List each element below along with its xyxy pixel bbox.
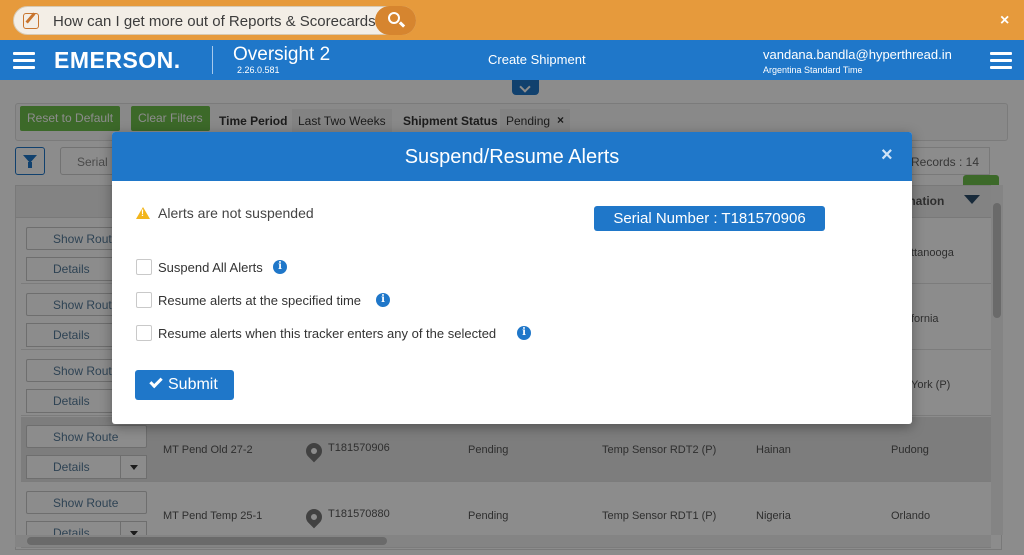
info-icon[interactable]: i bbox=[517, 326, 531, 340]
resume-on-enter-label[interactable]: Resume alerts when this tracker enters a… bbox=[158, 326, 496, 341]
resume-on-enter-checkbox[interactable] bbox=[136, 325, 152, 341]
menu-icon[interactable] bbox=[13, 52, 35, 70]
submit-button[interactable]: Submit bbox=[135, 370, 234, 400]
user-timezone: Argentina Standard Time bbox=[763, 65, 863, 75]
dialog-header: Suspend/Resume Alerts × bbox=[112, 132, 912, 181]
edit-icon bbox=[23, 13, 39, 29]
user-email[interactable]: vandana.bandla@hyperthread.in bbox=[763, 47, 952, 62]
resume-at-time-label[interactable]: Resume alerts at the specified time bbox=[158, 293, 361, 308]
create-shipment-link[interactable]: Create Shipment bbox=[488, 52, 586, 67]
help-bar: How can I get more out of Reports & Scor… bbox=[0, 0, 1024, 40]
submit-label: Submit bbox=[168, 376, 218, 393]
search-icon bbox=[388, 12, 400, 24]
serial-number-badge: Serial Number : T181570906 bbox=[594, 206, 825, 231]
help-bar-close-icon[interactable]: × bbox=[1000, 12, 1009, 30]
alert-status-text: Alerts are not suspended bbox=[158, 205, 314, 221]
help-search-button[interactable] bbox=[375, 6, 416, 35]
info-icon[interactable]: i bbox=[273, 260, 287, 274]
close-icon[interactable]: × bbox=[881, 144, 893, 167]
emerson-logo: EMERSON. bbox=[54, 47, 181, 73]
warning-icon bbox=[136, 207, 150, 219]
suspend-all-alerts-checkbox[interactable] bbox=[136, 259, 152, 275]
app-name: Oversight 2 bbox=[233, 44, 331, 65]
info-icon[interactable]: i bbox=[376, 293, 390, 307]
user-menu-icon[interactable] bbox=[990, 52, 1012, 70]
help-search-box[interactable]: How can I get more out of Reports & Scor… bbox=[13, 6, 416, 35]
suspend-resume-alerts-dialog: Suspend/Resume Alerts × Alerts are not s… bbox=[112, 132, 912, 424]
app-header: EMERSON. Oversight 2 2.26.0.581 Create S… bbox=[0, 40, 1024, 80]
help-search-text[interactable]: How can I get more out of Reports & Scor… bbox=[53, 13, 384, 30]
resume-at-time-checkbox[interactable] bbox=[136, 292, 152, 308]
logo-divider bbox=[212, 46, 213, 74]
suspend-all-alerts-label[interactable]: Suspend All Alerts bbox=[158, 260, 263, 275]
app-version: 2.26.0.581 bbox=[237, 65, 280, 75]
check-icon bbox=[149, 374, 163, 389]
dialog-title: Suspend/Resume Alerts bbox=[404, 146, 620, 168]
